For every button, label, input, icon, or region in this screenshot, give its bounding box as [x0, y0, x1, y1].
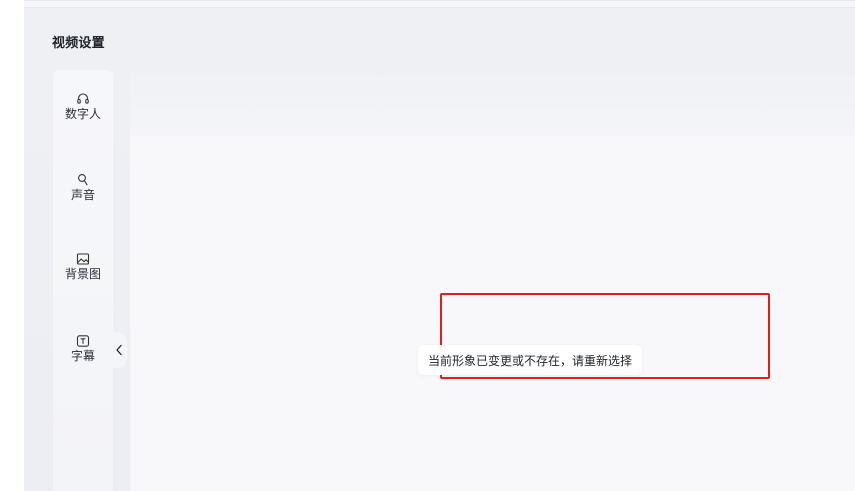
- sidebar-item-label: 声音: [70, 188, 95, 202]
- notice-toast: 当前形象已变更或不存在，请重新选择: [418, 345, 643, 375]
- sidebar-item-label: 背景图: [64, 267, 101, 281]
- toast-message: 当前形象已变更或不存在，请重新选择: [428, 353, 633, 368]
- headset-icon: [77, 93, 89, 104]
- settings-sidebar: 数字人 声音 背景图 字幕: [53, 70, 113, 491]
- page-title: 视频设置: [52, 36, 105, 51]
- text-box-icon: [76, 335, 90, 347]
- sidebar-item-background[interactable]: 背景图: [53, 252, 113, 282]
- preview-panel: [130, 70, 855, 491]
- screen: 视频设置 数字人 声音 背景图 字幕 当前形象已变更或不存在，请重新选择: [0, 0, 855, 491]
- sidebar-item-label: 数字人: [64, 107, 101, 121]
- panel-header: [130, 70, 855, 136]
- image-icon: [76, 253, 90, 265]
- sidebar-item-voice[interactable]: 声音: [53, 173, 113, 203]
- sidebar-item-subtitle[interactable]: 字幕: [53, 334, 113, 364]
- sidebar-item-label: 字幕: [70, 349, 95, 363]
- video-settings-app: 视频设置 数字人 声音 背景图 字幕: [24, 0, 855, 491]
- top-bar: [24, 1, 855, 8]
- microphone-icon: [78, 174, 88, 186]
- sidebar-collapse-button[interactable]: [113, 332, 127, 368]
- sidebar-item-digital-human[interactable]: 数字人: [53, 92, 113, 122]
- chevron-left-icon: [116, 344, 122, 356]
